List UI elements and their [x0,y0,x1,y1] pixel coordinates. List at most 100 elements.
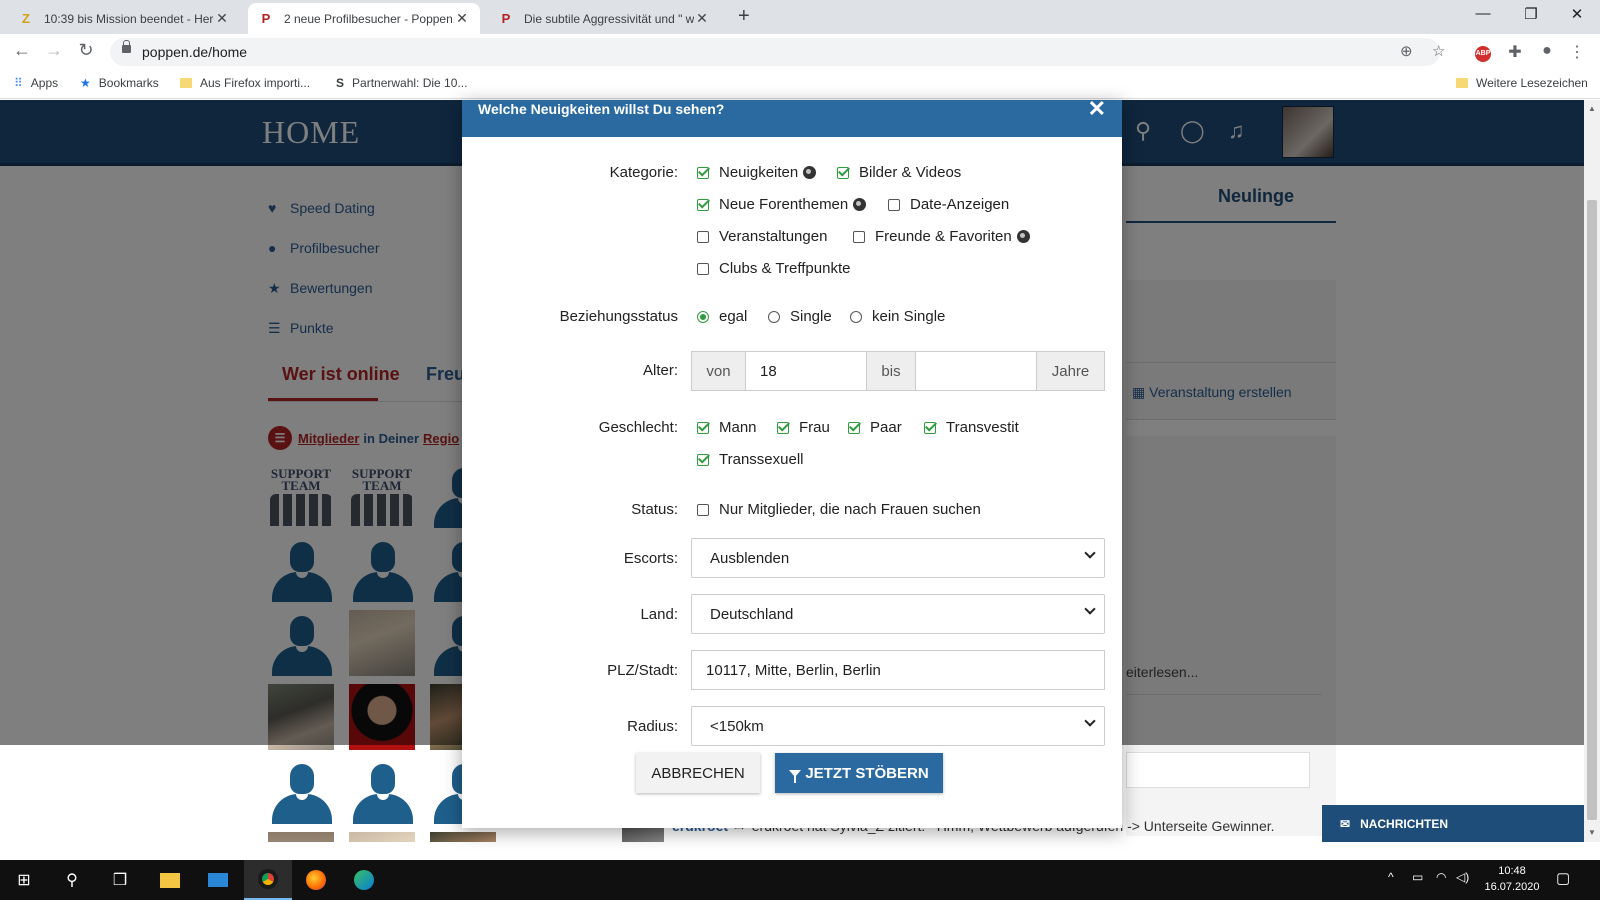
radio-circle[interactable] [768,310,780,323]
mail-icon[interactable] [194,860,242,900]
radio-circle[interactable] [850,310,862,323]
page-scrollbar[interactable]: ▲ ▼ [1584,100,1600,842]
profile-icon[interactable]: ● [1536,42,1558,60]
volume-icon[interactable]: ◁) [1456,870,1469,884]
checkbox-box[interactable] [697,166,709,179]
close-tab-icon[interactable]: ✕ [214,10,230,27]
bookmark-apps[interactable]: ⠿ Apps [14,76,58,90]
browse-now-button[interactable]: JETZT STÖBERN [775,753,943,793]
checkbox-bilder-videos[interactable]: Bilder & Videos [837,164,961,181]
checkbox-box[interactable] [924,421,936,434]
messages-bar[interactable]: ✉ NACHRICHTEN [1322,805,1584,842]
member-photo[interactable] [430,832,496,842]
browser-tab-2[interactable]: P 2 neue Profilbesucher - Poppen.de ✕ [248,3,480,34]
checkbox-box[interactable] [697,453,709,466]
member-photo[interactable] [268,832,334,842]
scroll-up-icon[interactable]: ▲ [1588,104,1596,113]
plz-input[interactable]: 10117, Mitte, Berlin, Berlin [691,650,1105,690]
restore-button[interactable]: ❐ [1508,5,1554,23]
edge-icon[interactable] [340,860,388,900]
age-from-input[interactable]: 18 [746,352,867,390]
checkbox-box[interactable] [888,198,900,211]
notification-icon[interactable]: ▢ [1556,869,1570,887]
close-window-button[interactable]: ✕ [1554,5,1600,23]
minimize-button[interactable]: — [1460,5,1506,22]
address-bar[interactable]: poppen.de/home ⊕ ☆ [110,38,1445,66]
checkbox-transsexuell[interactable]: Transsexuell [697,451,803,468]
checkbox-paar[interactable]: Paar [848,419,902,436]
checkbox-frau[interactable]: Frau [777,419,830,436]
wifi-icon[interactable]: ◠ [1436,870,1446,884]
radio-single[interactable]: Single [768,308,832,325]
checkbox-clubs-treffpunkte[interactable]: Clubs & Treffpunkte [697,260,850,277]
checkbox-box[interactable] [837,166,849,179]
age-to-input[interactable] [916,352,1037,390]
reload-icon[interactable]: ↻ [74,40,98,61]
option-label: Transsexuell [719,451,804,468]
checkbox-box[interactable] [697,198,709,211]
checkbox-box[interactable] [853,230,865,243]
browser-tab-3[interactable]: P Die subtile Aggressivität und " wa ✕ [488,3,720,34]
checkbox-transvestit[interactable]: Transvestit [924,419,1019,436]
checkbox-box[interactable] [848,421,860,434]
checkbox-box[interactable] [697,262,709,275]
checkbox-mann[interactable]: Mann [697,419,757,436]
zoom-icon[interactable]: ⊕ [1400,42,1413,60]
close-icon[interactable]: ✕ [1088,96,1106,122]
checkbox-neuigkeiten[interactable]: Neuigkeiten [697,164,817,181]
bookmark-other[interactable]: Weitere Lesezeichen [1456,76,1588,90]
browser-tab-1[interactable]: Z 10:39 bis Mission beendet - Hero ✕ [8,3,240,34]
member-thumb[interactable] [268,758,334,824]
close-tab-icon[interactable]: ✕ [694,10,710,27]
radio-egal[interactable]: egal [697,308,747,325]
comment-input[interactable] [1126,752,1310,788]
checkbox-box[interactable] [777,421,789,434]
cancel-button[interactable]: ABBRECHEN [636,753,760,793]
checkbox-box[interactable] [697,421,709,434]
windows-start-icon[interactable]: ⊞ [0,860,48,900]
new-tab-button[interactable]: + [738,5,750,28]
chrome-icon[interactable] [244,860,292,900]
adblock-icon[interactable]: ABP [1472,42,1494,62]
select-value: Ausblenden [710,549,790,567]
checkbox-veranstaltungen[interactable]: Veranstaltungen [697,228,827,245]
option-label: Single [790,308,832,325]
member-thumb[interactable] [349,758,415,824]
checkbox-box[interactable] [697,503,709,516]
forward-icon[interactable]: → [42,40,66,61]
scroll-thumb[interactable] [1587,200,1597,820]
radius-select[interactable]: <150km [691,706,1105,746]
bookmark-firefox[interactable]: Aus Firefox importi... [180,76,310,90]
radio-circle[interactable] [697,310,709,323]
bookmark-label: Aus Firefox importi... [200,76,311,90]
select-value: Deutschland [710,605,794,623]
checkbox-freunde-favoriten[interactable]: Freunde & Favoriten [853,228,1030,245]
checkbox-nur-frauen-suchend[interactable]: Nur Mitglieder, die nach Frauen suchen [697,501,981,518]
checkbox-date-anzeigen[interactable]: Date-Anzeigen [888,196,1009,213]
checkbox-box[interactable] [697,230,709,243]
age-from-addon: von [692,352,746,390]
escorts-select[interactable]: Ausblenden [691,538,1105,578]
bookmark-bookmarks[interactable]: ★ Bookmarks [80,76,159,90]
firefox-icon[interactable] [292,860,340,900]
option-label: Paar [870,419,902,436]
extensions-icon[interactable]: ✚ [1504,42,1526,62]
bookmark-partner[interactable]: S Partnerwahl: Die 10... [336,76,467,90]
file-explorer-icon[interactable] [146,860,194,900]
radio-kein-single[interactable]: kein Single [850,308,945,325]
back-icon[interactable]: ← [10,40,34,61]
search-icon[interactable]: ⚲ [48,860,96,900]
scroll-down-icon[interactable]: ▼ [1588,828,1596,837]
battery-icon[interactable]: ▭ [1412,870,1423,884]
url-text[interactable]: poppen.de/home [142,44,247,60]
tray-chevron-icon[interactable]: ^ [1388,870,1394,884]
land-select[interactable]: Deutschland [691,594,1105,634]
system-clock[interactable]: 10:48 16.07.2020 [1480,863,1544,895]
bookmark-star-icon[interactable]: ☆ [1432,42,1445,60]
member-photo[interactable] [349,832,415,842]
news-filter-dialog: Welche Neuigkeiten willst Du sehen? ✕ Ka… [462,96,1122,828]
menu-icon[interactable]: ⋮ [1566,42,1588,62]
close-tab-icon[interactable]: ✕ [454,10,470,27]
task-view-icon[interactable]: ❒ [96,860,144,900]
checkbox-neue-forenthemen[interactable]: Neue Forenthemen [697,196,867,213]
